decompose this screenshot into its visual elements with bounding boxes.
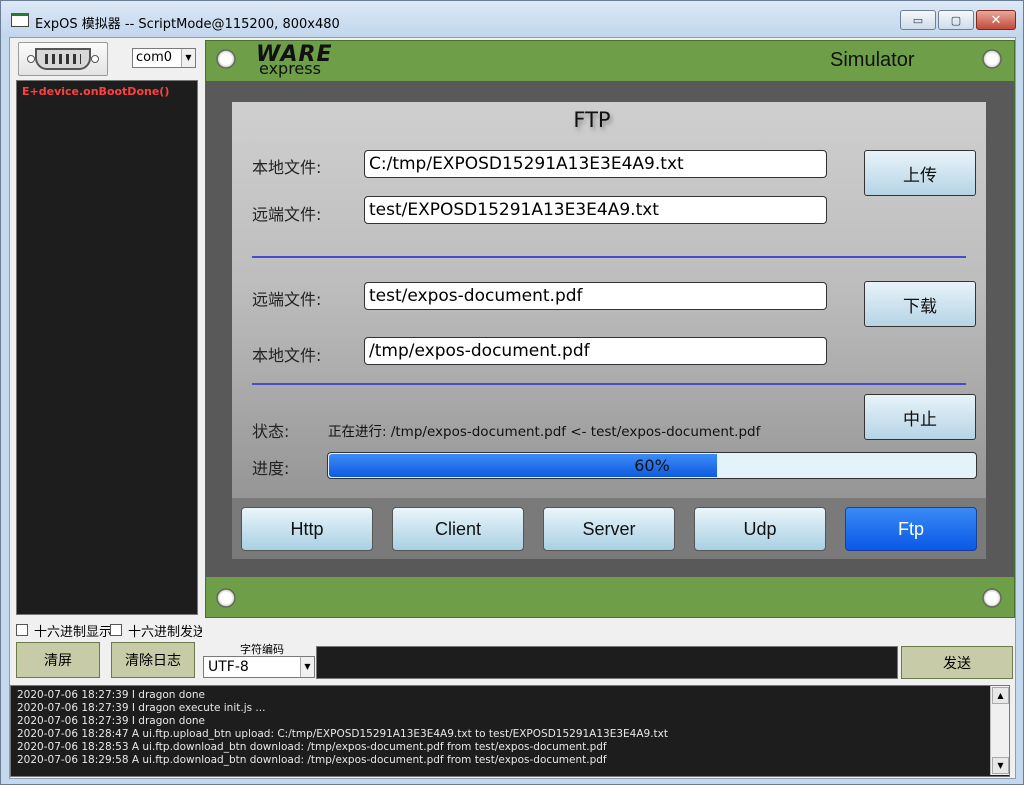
send-button[interactable]: 发送 xyxy=(901,646,1013,679)
device-screen: FTP 本地文件: C:/tmp/EXPOSD15291A13E3E4A9.tx… xyxy=(232,102,986,559)
close-icon: ✕ xyxy=(990,12,1002,28)
clear-log-button[interactable]: 清除日志 xyxy=(111,642,195,678)
wareexpress-logo: WARE express xyxy=(256,42,356,78)
progress-label: 进度: xyxy=(252,459,290,478)
upload-remote-input[interactable]: test/EXPOSD15291A13E3E4A9.txt xyxy=(364,196,827,224)
chevron-down-icon: ▼ xyxy=(300,657,314,677)
encoding-label: 字符编码 xyxy=(240,643,284,656)
tab-http[interactable]: Http xyxy=(241,507,373,551)
app-icon xyxy=(11,13,29,27)
progress-bar: 60% xyxy=(327,452,977,479)
screw-icon xyxy=(216,588,236,608)
screen-bezel: FTP 本地文件: C:/tmp/EXPOSD15291A13E3E4A9.tx… xyxy=(206,81,1014,577)
upload-local-label: 本地文件: xyxy=(252,158,322,177)
hex-send-label: 十六进制发送 xyxy=(128,624,202,639)
serial-port-button[interactable] xyxy=(18,42,108,76)
console-line: E+device.onBootDone() xyxy=(22,85,170,98)
encoding-select-value: UTF-8 xyxy=(208,659,249,675)
client-area: com0 ▼ E+device.onBootDone() 十六进制显示 十六进制… xyxy=(9,37,1016,779)
send-input[interactable] xyxy=(316,646,898,679)
clear-screen-button[interactable]: 清屏 xyxy=(16,642,100,678)
window-title: ExpOS 模拟器 -- ScriptMode@115200, 800x480 xyxy=(35,17,340,32)
app-window: ExpOS 模拟器 -- ScriptMode@115200, 800x480 … xyxy=(0,0,1024,785)
device-top-band: WARE express Simulator xyxy=(206,41,1014,79)
download-local-input[interactable]: /tmp/expos-document.pdf xyxy=(364,337,827,365)
screw-icon xyxy=(216,49,236,69)
hex-send-checkbox[interactable]: 十六进制发送 xyxy=(110,622,202,638)
encoding-select[interactable]: UTF-8 ▼ xyxy=(203,656,315,678)
log-line: 2020-07-06 18:27:39 I dragon done xyxy=(17,715,205,727)
simulator-device: WARE express Simulator FTP 本地文件: C:/tmp/… xyxy=(205,40,1015,618)
download-button[interactable]: 下载 xyxy=(864,281,976,327)
log-area[interactable]: 2020-07-06 18:27:39 I dragon done 2020-0… xyxy=(10,685,1010,777)
hex-display-label: 十六进制显示 xyxy=(34,624,112,639)
divider xyxy=(252,383,966,385)
log-line: 2020-07-06 18:27:39 I dragon done xyxy=(17,689,205,701)
minimize-icon: ▭ xyxy=(912,13,924,27)
logo-express-text: express xyxy=(259,59,321,78)
divider xyxy=(252,256,966,258)
tab-ftp[interactable]: Ftp xyxy=(845,507,977,551)
stop-button[interactable]: 中止 xyxy=(864,394,976,440)
scroll-up-icon[interactable]: ▲ xyxy=(992,687,1009,704)
close-button[interactable]: ✕ xyxy=(976,10,1016,30)
log-line: 2020-07-06 18:27:39 I dragon execute ini… xyxy=(17,702,266,714)
status-label: 状态: xyxy=(252,422,290,441)
upload-local-input[interactable]: C:/tmp/EXPOSD15291A13E3E4A9.txt xyxy=(364,150,827,178)
title-bar: ExpOS 模拟器 -- ScriptMode@115200, 800x480 … xyxy=(1,1,1023,37)
upload-button[interactable]: 上传 xyxy=(864,150,976,196)
minimize-button[interactable]: ▭ xyxy=(900,10,936,30)
tab-bar: Http Client Server Udp Ftp xyxy=(232,498,986,559)
simulator-label: Simulator xyxy=(830,49,915,71)
scroll-down-icon[interactable]: ▼ xyxy=(992,757,1009,774)
device-console[interactable]: E+device.onBootDone() xyxy=(16,80,198,615)
download-remote-input[interactable]: test/expos-document.pdf xyxy=(364,282,827,310)
port-select-value: com0 xyxy=(136,50,173,65)
log-line: 2020-07-06 18:28:47 A ui.ftp.upload_btn … xyxy=(17,728,669,740)
hex-display-checkbox[interactable]: 十六进制显示 xyxy=(16,622,112,638)
port-select[interactable]: com0 ▼ xyxy=(132,48,196,68)
status-value: 正在进行: /tmp/expos-document.pdf <- test/ex… xyxy=(328,424,761,440)
tab-udp[interactable]: Udp xyxy=(694,507,826,551)
maximize-icon: ▢ xyxy=(950,13,962,27)
ftp-title: FTP xyxy=(573,108,611,132)
checkbox-icon xyxy=(110,624,122,636)
upload-remote-label: 远端文件: xyxy=(252,205,322,224)
progress-text: 60% xyxy=(634,456,670,475)
tab-client[interactable]: Client xyxy=(392,507,524,551)
log-scrollbar[interactable]: ▲ ▼ xyxy=(990,686,1009,775)
maximize-button[interactable]: ▢ xyxy=(938,10,974,30)
screw-icon xyxy=(982,588,1002,608)
checkbox-icon xyxy=(16,624,28,636)
download-remote-label: 远端文件: xyxy=(252,290,322,309)
tab-server[interactable]: Server xyxy=(543,507,675,551)
chevron-down-icon: ▼ xyxy=(181,49,195,67)
log-line: 2020-07-06 18:28:53 A ui.ftp.download_bt… xyxy=(17,741,607,753)
device-bottom-band xyxy=(206,577,1014,617)
screw-icon xyxy=(982,49,1002,69)
download-local-label: 本地文件: xyxy=(252,346,322,365)
serial-port-icon xyxy=(27,48,99,70)
log-line: 2020-07-06 18:29:58 A ui.ftp.download_bt… xyxy=(17,754,607,766)
